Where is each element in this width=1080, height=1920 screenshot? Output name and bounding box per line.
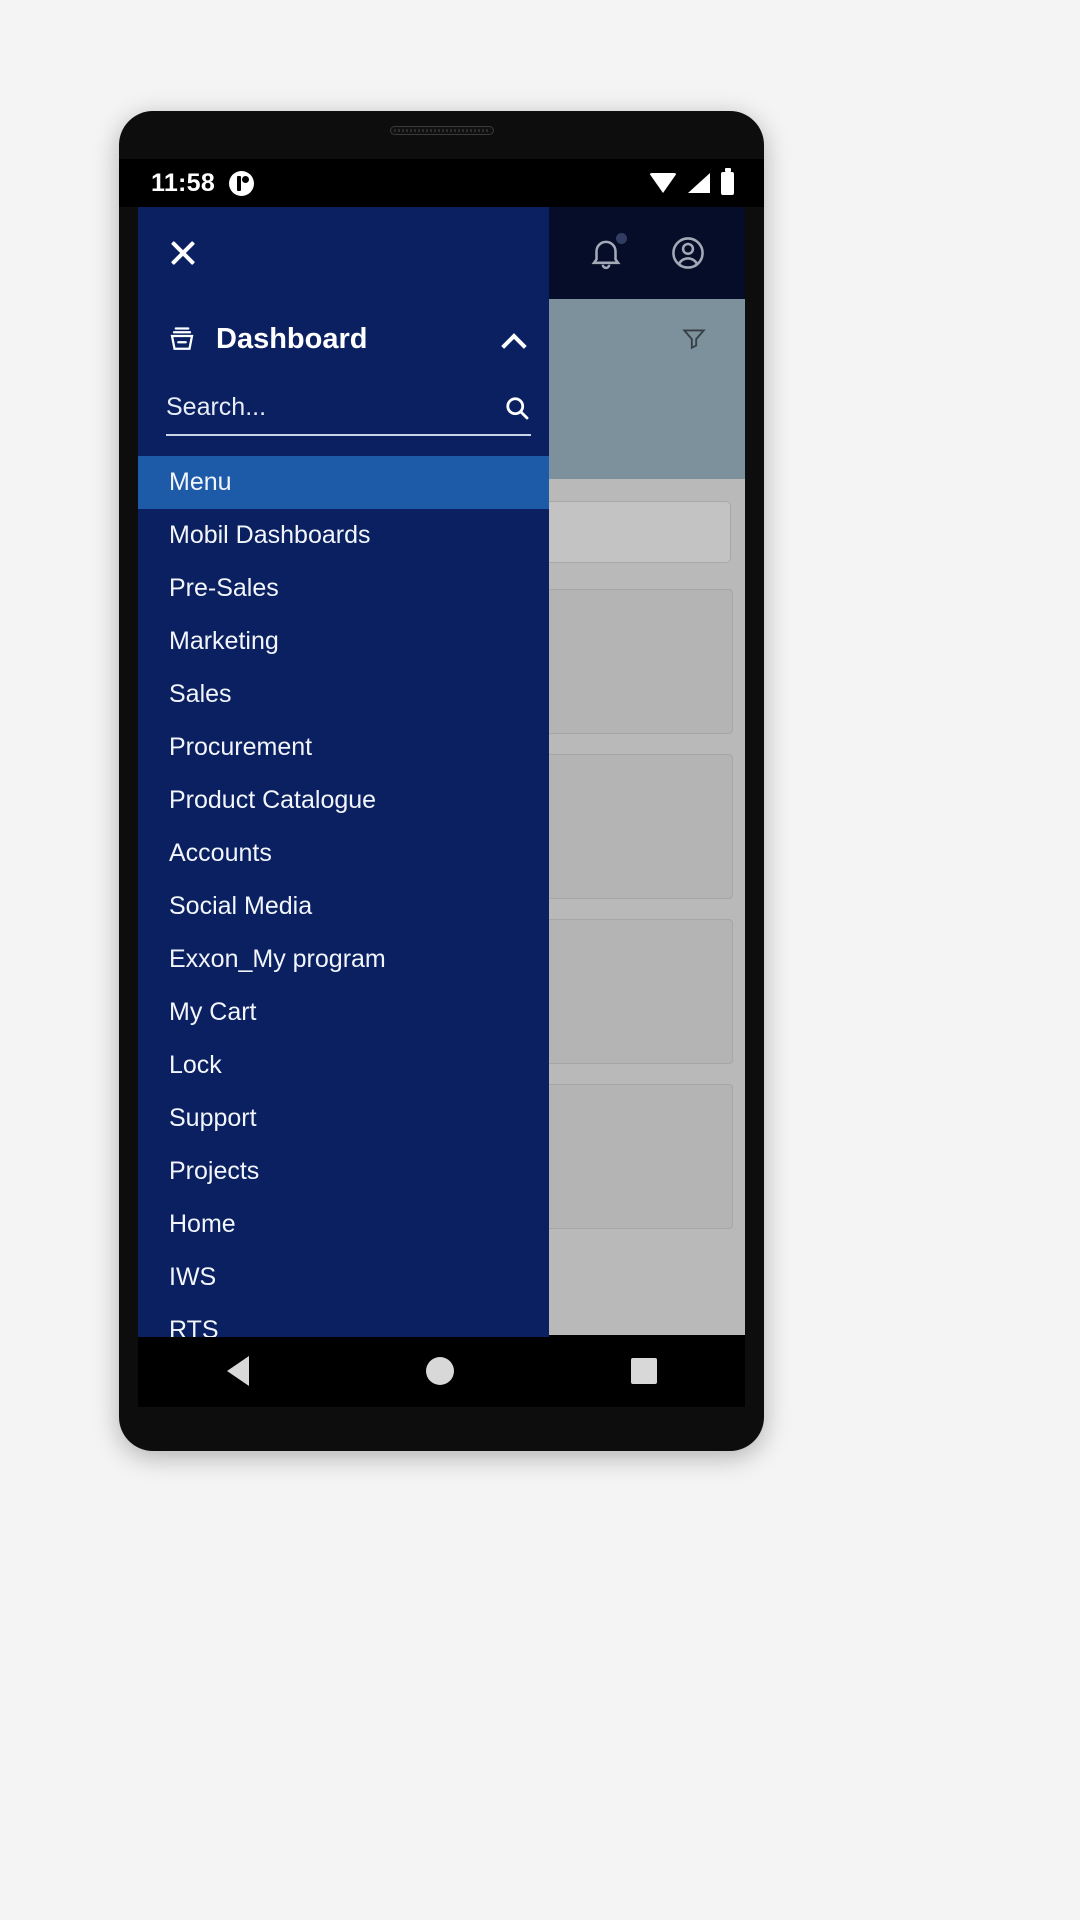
menu-item-accounts[interactable]: Accounts: [138, 827, 549, 880]
notification-badge-dot: [616, 233, 627, 244]
menu-item-marketing[interactable]: Marketing: [138, 615, 549, 668]
search-icon[interactable]: [503, 394, 531, 422]
menu-item-social-media[interactable]: Social Media: [138, 880, 549, 933]
wifi-icon: [649, 173, 677, 193]
home-navigation-icon[interactable]: [425, 1357, 454, 1385]
menu-item-procurement[interactable]: Procurement: [138, 721, 549, 774]
earpiece-speaker: [389, 126, 494, 135]
drawer-search-row: [166, 393, 531, 436]
recents-navigation-icon[interactable]: [630, 1358, 657, 1384]
menu-item-support[interactable]: Support: [138, 1092, 549, 1145]
menu-item-mobil-dashboards[interactable]: Mobil Dashboards: [138, 509, 549, 562]
menu-item-my-cart[interactable]: My Cart: [138, 986, 549, 1039]
search-input[interactable]: [166, 393, 503, 422]
menu-item-pre-sales[interactable]: Pre-Sales: [138, 562, 549, 615]
dashboard-tray-icon: [166, 324, 198, 354]
filter-funnel-icon[interactable]: [679, 325, 709, 351]
app-screen: App Lock 👥 App Builder 🗂 App Versions: [138, 207, 745, 1337]
android-navigation-bar: [138, 1335, 745, 1407]
menu-item-sales[interactable]: Sales: [138, 668, 549, 721]
status-bar: 11:58: [119, 159, 764, 207]
menu-item-product-catalogue[interactable]: Product Catalogue: [138, 774, 549, 827]
drawer-menu-list: Menu Mobil Dashboards Pre-Sales Marketin…: [138, 456, 549, 1337]
back-navigation-icon[interactable]: [226, 1356, 249, 1386]
phone-screen-area: 11:58 Dashboard Search... Menu Mobil Das…: [119, 111, 764, 1451]
account-profile-icon[interactable]: [669, 234, 707, 272]
menu-item-iws[interactable]: IWS: [138, 1251, 549, 1304]
menu-item-exxon-my-program[interactable]: Exxon_My program: [138, 933, 549, 986]
screenshot-root: 11:58 Dashboard Search... Menu Mobil Das…: [0, 0, 1080, 1920]
drawer-title-row[interactable]: Dashboard: [138, 299, 549, 379]
phone-device-frame: 11:58 Dashboard Search... Menu Mobil Das…: [119, 111, 764, 1451]
app-notification-icon: [229, 170, 255, 196]
menu-item-lock[interactable]: Lock: [138, 1039, 549, 1092]
menu-item-menu[interactable]: Menu: [138, 456, 549, 509]
close-icon[interactable]: [166, 236, 200, 270]
drawer-title: Dashboard: [216, 322, 368, 355]
notifications-bell-icon[interactable]: [587, 233, 627, 272]
menu-item-rts[interactable]: RTS: [138, 1304, 549, 1337]
chevron-up-icon[interactable]: [503, 333, 525, 345]
cellular-signal-icon: [688, 173, 710, 193]
menu-item-home[interactable]: Home: [138, 1198, 549, 1251]
battery-icon: [721, 171, 734, 195]
status-bar-right: [649, 171, 734, 195]
drawer-header: [138, 207, 549, 299]
menu-item-projects[interactable]: Projects: [138, 1145, 549, 1198]
navigation-drawer: Dashboard Menu: [138, 207, 549, 1337]
status-bar-left: 11:58: [151, 168, 255, 198]
status-bar-clock: 11:58: [151, 168, 216, 197]
